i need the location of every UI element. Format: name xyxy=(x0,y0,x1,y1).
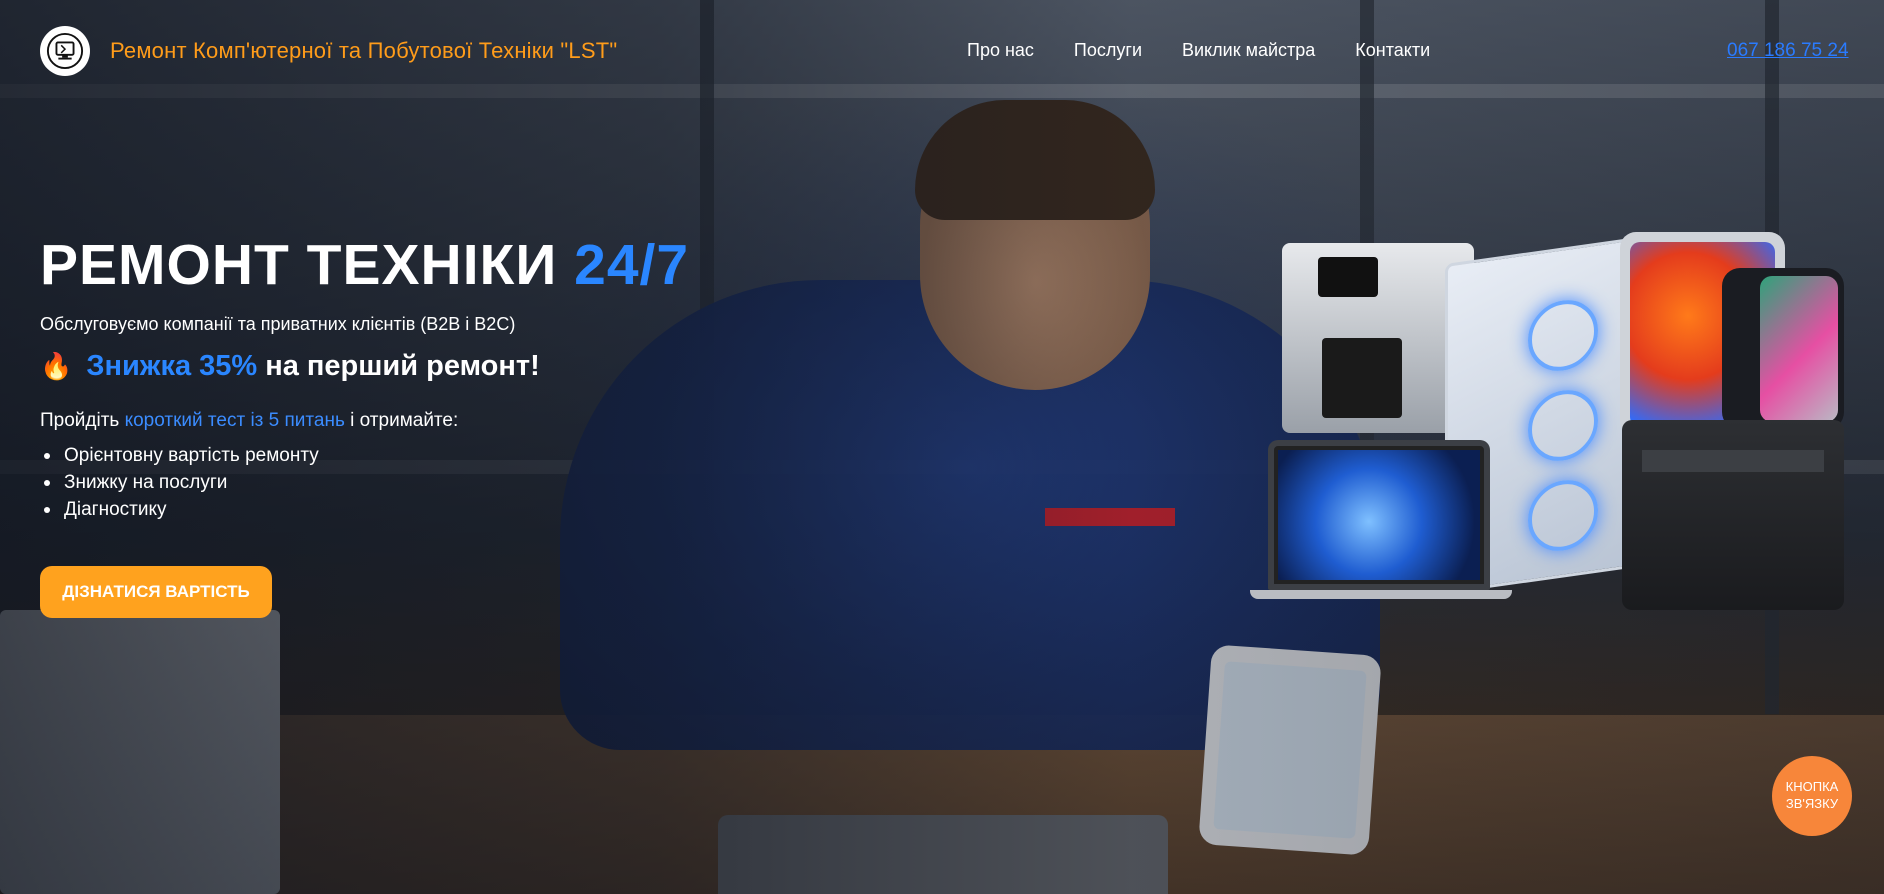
nav-item-call-master[interactable]: Виклик майстра xyxy=(1182,40,1315,61)
discount-highlight: Знижка 35% xyxy=(86,350,258,382)
nav-item-services[interactable]: Послуги xyxy=(1074,40,1142,61)
brand-name[interactable]: Ремонт Комп'ютерної та Побутової Техніки… xyxy=(110,38,617,64)
list-item: Орієнтовну вартість ремонту xyxy=(40,445,319,467)
discount-promo: 🔥 Знижка 35% на перший ремонт! xyxy=(40,350,540,383)
hero-title-accent: 24/7 xyxy=(574,233,690,297)
benefits-list: Орієнтовну вартість ремонту Знижку на по… xyxy=(40,445,319,526)
main-nav: Про нас Послуги Виклик майстра Контакти xyxy=(967,40,1430,61)
printer-image xyxy=(1622,420,1844,610)
discount-text: на перший ремонт! xyxy=(265,350,540,382)
nav-item-about[interactable]: Про нас xyxy=(967,40,1034,61)
computer-repair-logo-icon[interactable] xyxy=(40,26,90,76)
fire-icon: 🔥 xyxy=(40,351,73,381)
laptop-base-image xyxy=(1250,590,1512,599)
smartphone-image xyxy=(1722,268,1844,430)
quiz-prefix: Пройдіть xyxy=(40,410,120,431)
get-price-button[interactable]: ДІЗНАТИСЯ ВАРТІСТЬ xyxy=(40,566,272,618)
list-item: Знижку на послуги xyxy=(40,472,319,494)
contact-button[interactable]: КНОПКА ЗВ'ЯЗКУ xyxy=(1772,756,1852,836)
quiz-link[interactable]: короткий тест із 5 питань xyxy=(125,410,345,431)
fan-icon xyxy=(1528,295,1598,376)
hero-title: РЕМОНТ ТЕХНІКИ 24/7 xyxy=(40,232,689,298)
nav-item-contacts[interactable]: Контакти xyxy=(1355,40,1430,61)
hero-title-main: РЕМОНТ ТЕХНІКИ xyxy=(40,233,558,297)
phone-link[interactable]: 067 186 75 24 xyxy=(1727,40,1849,62)
list-item: Діагностику xyxy=(40,499,319,521)
site-header: Ремонт Комп'ютерної та Побутової Техніки… xyxy=(0,0,1884,104)
logo-svg xyxy=(46,32,84,70)
quiz-invite: Пройдіть короткий тест із 5 питань і отр… xyxy=(40,410,458,432)
fan-icon xyxy=(1528,385,1598,466)
quiz-suffix: і отримайте: xyxy=(350,410,459,431)
hero-section: Ремонт Комп'ютерної та Побутової Техніки… xyxy=(0,0,1884,894)
fan-icon xyxy=(1528,475,1598,556)
hero-subtitle: Обслуговуємо компанії та приватних клієн… xyxy=(40,314,516,334)
laptop-image xyxy=(1268,440,1490,590)
